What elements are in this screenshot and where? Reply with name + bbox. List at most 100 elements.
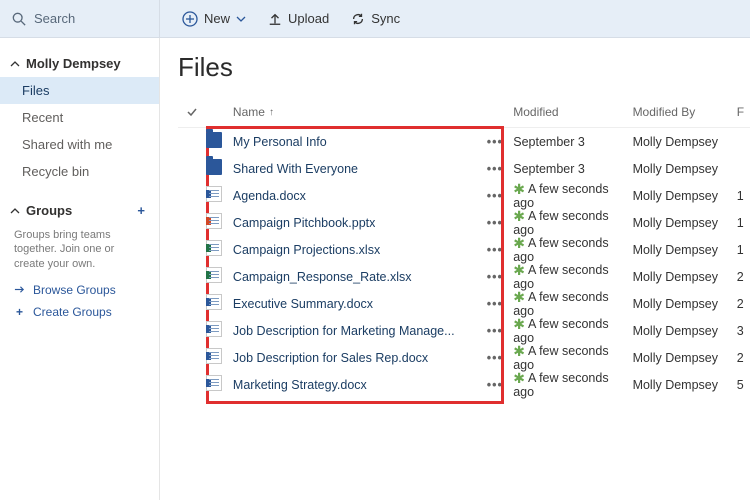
search-placeholder: Search bbox=[34, 11, 75, 26]
add-group-icon[interactable]: + bbox=[137, 203, 145, 218]
file-tail: 1 bbox=[737, 189, 750, 203]
search-box[interactable]: Search bbox=[0, 0, 160, 37]
sidebar-user-header[interactable]: Molly Dempsey bbox=[0, 52, 159, 77]
file-modified-by: Molly Dempsey bbox=[633, 189, 737, 203]
file-modified-by: Molly Dempsey bbox=[633, 378, 737, 392]
file-row[interactable]: Agenda.docx ••• ✱A few seconds agoMolly De… bbox=[178, 182, 750, 209]
sidebar-item-label: Recent bbox=[22, 110, 63, 125]
arrow-right-icon bbox=[14, 284, 25, 295]
grid-header: Name ↑ Modified Modified By F bbox=[178, 97, 750, 128]
file-name[interactable]: Job Description for Sales Rep.docx bbox=[233, 351, 428, 365]
new-indicator-icon: ✱ bbox=[513, 262, 525, 278]
file-modified-by: Molly Dempsey bbox=[633, 162, 737, 176]
column-label: F bbox=[737, 105, 744, 119]
sidebar-item-files[interactable]: Files bbox=[0, 77, 159, 104]
main-panel: Files Name ↑ Modified Modified By F My P… bbox=[160, 38, 750, 500]
file-row[interactable]: Marketing Strategy.docx•••✱A few seconds… bbox=[178, 371, 750, 398]
upload-icon bbox=[268, 12, 282, 26]
new-button[interactable]: New bbox=[182, 11, 246, 27]
more-actions-icon[interactable]: ••• bbox=[487, 270, 503, 284]
more-actions-icon[interactable]: ••• bbox=[487, 378, 503, 392]
file-modified: ✱A few seconds ago bbox=[513, 317, 632, 345]
file-modified: ✱A few seconds ago bbox=[513, 263, 632, 291]
sync-button[interactable]: Sync bbox=[351, 11, 400, 26]
file-name[interactable]: Campaign Projections.xlsx bbox=[233, 243, 380, 257]
file-row[interactable]: Job Description for Marketing Manage... •… bbox=[178, 317, 750, 344]
file-row[interactable]: Campaign_Response_Rate.xlsx ••• ✱A few sec… bbox=[178, 263, 750, 290]
sidebar-user-name: Molly Dempsey bbox=[26, 56, 121, 71]
sidebar-groups-header[interactable]: Groups + bbox=[0, 199, 159, 224]
select-all-checkbox[interactable] bbox=[178, 106, 206, 118]
more-actions-icon[interactable]: ••• bbox=[487, 243, 503, 257]
new-indicator-icon: ✱ bbox=[513, 370, 525, 386]
file-modified-by: Molly Dempsey bbox=[633, 270, 737, 284]
action-bar: New Upload Sync bbox=[160, 11, 400, 27]
sidebar-create-groups[interactable]: + Create Groups bbox=[0, 301, 159, 323]
file-name[interactable]: Campaign Pitchbook.pptx bbox=[233, 216, 375, 230]
file-row[interactable]: Campaign Pitchbook.pptx•••✱A few seconds… bbox=[178, 209, 750, 236]
word-file-icon bbox=[206, 294, 222, 310]
file-name[interactable]: Campaign_Response_Rate.xlsx bbox=[233, 270, 412, 284]
upload-button[interactable]: Upload bbox=[268, 11, 329, 26]
more-actions-icon[interactable]: ••• bbox=[487, 162, 503, 176]
column-header-modified-by[interactable]: Modified By bbox=[633, 105, 737, 119]
file-modified: September 3 bbox=[513, 135, 632, 149]
file-name[interactable]: Marketing Strategy.docx bbox=[233, 378, 367, 392]
sidebar-item-shared[interactable]: Shared with me bbox=[0, 131, 159, 158]
more-actions-icon[interactable]: ••• bbox=[487, 135, 503, 149]
sync-icon bbox=[351, 12, 365, 26]
new-indicator-icon: ✱ bbox=[513, 343, 525, 359]
file-tail: 2 bbox=[737, 351, 750, 365]
sidebar-browse-groups[interactable]: Browse Groups bbox=[0, 279, 159, 301]
file-modified: September 3 bbox=[513, 162, 632, 176]
word-file-icon bbox=[206, 186, 222, 202]
column-header-modified[interactable]: Modified bbox=[513, 105, 632, 119]
new-indicator-icon: ✱ bbox=[513, 316, 525, 332]
more-actions-icon[interactable]: ••• bbox=[487, 189, 503, 203]
folder-icon bbox=[206, 132, 222, 148]
file-row[interactable]: Executive Summary.docx•••✱A few seconds … bbox=[178, 290, 750, 317]
column-label: Modified bbox=[513, 105, 558, 119]
more-actions-icon[interactable]: ••• bbox=[487, 351, 503, 365]
column-label: Name bbox=[233, 105, 265, 119]
file-row[interactable]: Job Description for Sales Rep.docx ••• ✱A … bbox=[178, 344, 750, 371]
chevron-up-icon bbox=[10, 59, 20, 69]
sidebar-groups-label: Groups bbox=[26, 203, 72, 218]
column-header-name[interactable]: Name ↑ bbox=[233, 105, 487, 119]
more-actions-icon[interactable]: ••• bbox=[487, 216, 503, 230]
file-name[interactable]: Executive Summary.docx bbox=[233, 297, 373, 311]
page-title: Files bbox=[178, 52, 750, 83]
file-name[interactable]: Shared With Everyone bbox=[233, 162, 358, 176]
new-indicator-icon: ✱ bbox=[513, 208, 525, 224]
more-actions-icon[interactable]: ••• bbox=[487, 324, 503, 338]
sidebar-item-recycle[interactable]: Recycle bin bbox=[0, 158, 159, 185]
file-row[interactable]: My Personal Info ••• September 3Molly Demp… bbox=[178, 128, 750, 155]
file-modified-by: Molly Dempsey bbox=[633, 135, 737, 149]
file-name[interactable]: Agenda.docx bbox=[233, 189, 306, 203]
file-name[interactable]: Job Description for Marketing Manage... bbox=[233, 324, 455, 338]
file-modified: ✱A few seconds ago bbox=[513, 236, 632, 264]
plus-circle-icon bbox=[182, 11, 198, 27]
file-tail: 1 bbox=[737, 216, 750, 230]
file-modified-by: Molly Dempsey bbox=[633, 216, 737, 230]
sidebar-item-label: Shared with me bbox=[22, 137, 112, 152]
plus-icon: + bbox=[14, 305, 25, 319]
file-name[interactable]: My Personal Info bbox=[233, 135, 327, 149]
file-modified: ✱A few seconds ago bbox=[513, 344, 632, 372]
file-tail: 2 bbox=[737, 270, 750, 284]
column-header-tail[interactable]: F bbox=[737, 105, 750, 119]
xls-file-icon bbox=[206, 240, 222, 256]
file-row[interactable]: Campaign Projections.xlsx ••• ✱A few secon… bbox=[178, 236, 750, 263]
file-tail: 3 bbox=[737, 324, 750, 338]
file-row[interactable]: Shared With Everyone ••• September 3Molly … bbox=[178, 155, 750, 182]
xls-file-icon bbox=[206, 267, 222, 283]
sidebar-item-label: Files bbox=[22, 83, 49, 98]
sidebar-groups-note: Groups bring teams together. Join one or… bbox=[0, 224, 159, 279]
file-modified: ✱A few seconds ago bbox=[513, 182, 632, 210]
top-bar: Search New Upload Sync bbox=[0, 0, 750, 38]
sidebar-item-recent[interactable]: Recent bbox=[0, 104, 159, 131]
more-actions-icon[interactable]: ••• bbox=[487, 297, 503, 311]
file-list: My Personal Info•••September 3Molly Demp… bbox=[178, 128, 750, 398]
file-modified-by: Molly Dempsey bbox=[633, 243, 737, 257]
folder-icon bbox=[206, 159, 222, 175]
